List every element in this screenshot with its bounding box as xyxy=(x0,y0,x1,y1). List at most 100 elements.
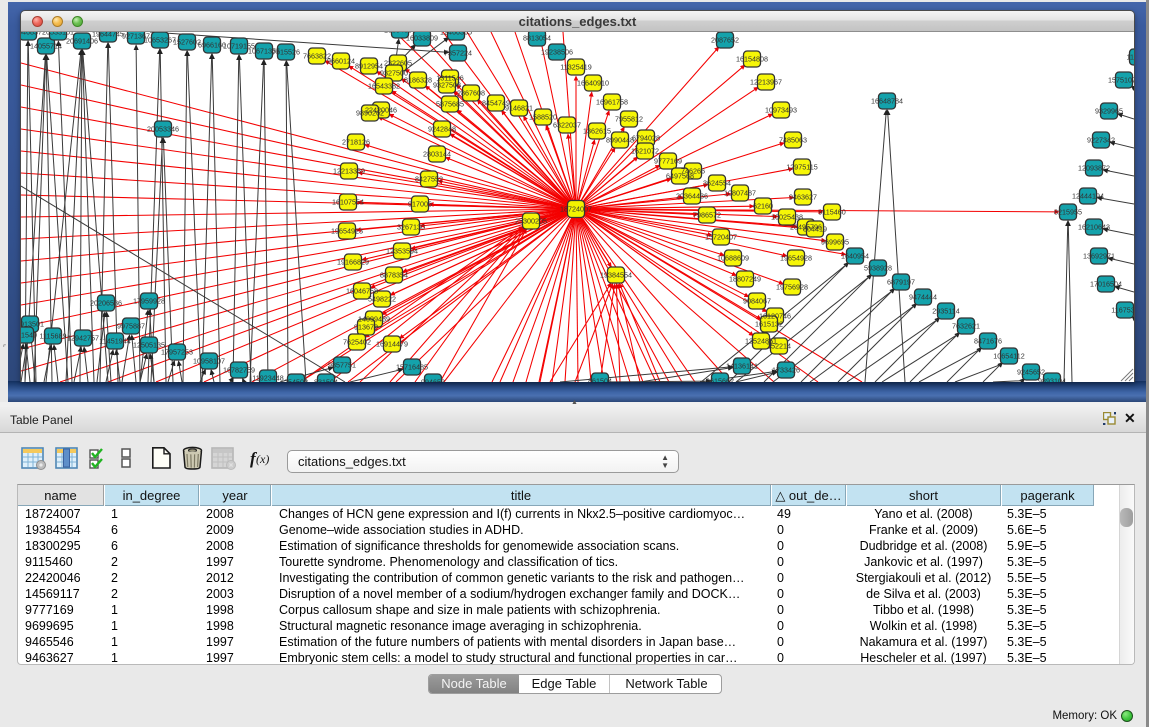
svg-text:(x): (x) xyxy=(256,452,269,466)
svg-text:10688609: 10688609 xyxy=(717,254,749,263)
svg-text:12942757: 12942757 xyxy=(67,334,99,343)
svg-text:804419: 804419 xyxy=(803,225,827,234)
svg-text:9890262: 9890262 xyxy=(356,109,384,118)
svg-text:15751074: 15751074 xyxy=(1108,76,1134,85)
svg-text:13692971: 13692971 xyxy=(1083,252,1115,261)
svg-text:9227342: 9227342 xyxy=(1087,136,1115,145)
svg-text:16543382: 16543382 xyxy=(368,82,400,91)
svg-text:16640910: 16640910 xyxy=(577,79,609,88)
svg-text:2935114: 2935114 xyxy=(932,307,959,316)
svg-text:10973493: 10973493 xyxy=(765,106,797,115)
svg-text:20206536: 20206536 xyxy=(90,299,122,308)
svg-text:111253: 111253 xyxy=(1127,53,1134,62)
svg-text:6322037: 6322037 xyxy=(553,121,581,130)
svg-text:6966160: 6966160 xyxy=(198,41,226,50)
svg-text:19644745: 19644745 xyxy=(92,32,124,39)
svg-text:12444194: 12444194 xyxy=(1072,192,1104,201)
svg-text:16914479: 16914479 xyxy=(376,340,408,349)
svg-text:9893104: 9893104 xyxy=(1038,377,1066,382)
svg-text:1167533: 1167533 xyxy=(1111,306,1134,315)
svg-text:12460365: 12460365 xyxy=(440,32,472,37)
svg-text:19238506: 19238506 xyxy=(541,48,573,57)
svg-text:8215955: 8215955 xyxy=(1054,208,1082,217)
svg-text:8471676: 8471676 xyxy=(974,337,1002,346)
svg-text:7625402: 7625402 xyxy=(343,338,371,347)
svg-text:252214: 252214 xyxy=(767,342,791,351)
svg-text:9975887: 9975887 xyxy=(117,322,145,331)
svg-text:8912954: 8912954 xyxy=(355,62,383,71)
svg-text:16154808: 16154808 xyxy=(736,55,768,64)
svg-text:10807487: 10807487 xyxy=(724,189,756,198)
svg-text:9777169: 9777169 xyxy=(654,157,682,166)
svg-text:8990448: 8990448 xyxy=(606,136,634,145)
svg-text:9046837: 9046837 xyxy=(21,32,42,37)
svg-text:1115689: 1115689 xyxy=(40,332,67,341)
svg-text:11451944: 11451944 xyxy=(99,337,130,346)
svg-text:9245652: 9245652 xyxy=(1017,368,1045,377)
svg-text:11325419: 11325419 xyxy=(560,63,591,72)
svg-text:1615132: 1615132 xyxy=(755,320,783,329)
svg-text:8186328: 8186328 xyxy=(404,76,432,85)
svg-text:9699695: 9699695 xyxy=(821,238,849,247)
svg-text:913672: 913672 xyxy=(354,323,378,332)
svg-text:9242848: 9242848 xyxy=(428,125,456,134)
svg-text:6794028: 6794028 xyxy=(632,134,660,143)
svg-text:8427552: 8427552 xyxy=(415,175,443,184)
svg-text:1621072: 1621072 xyxy=(631,147,659,156)
svg-text:17959928: 17959928 xyxy=(133,297,165,306)
svg-text:19756928: 19756928 xyxy=(776,283,808,292)
svg-text:391549: 391549 xyxy=(21,331,37,340)
svg-text:9146821: 9146821 xyxy=(505,104,533,113)
svg-text:7515526: 7515526 xyxy=(272,48,300,57)
svg-text:12975115: 12975115 xyxy=(786,163,817,172)
svg-text:1362615: 1362615 xyxy=(583,127,611,136)
svg-text:831504: 831504 xyxy=(314,378,338,382)
svg-text:8878354: 8878354 xyxy=(380,271,408,280)
svg-text:12213369: 12213369 xyxy=(333,167,365,176)
svg-text:7632621: 7632621 xyxy=(952,322,980,331)
svg-text:15716485: 15716485 xyxy=(396,363,428,372)
svg-text:12093872: 12093872 xyxy=(1078,164,1110,173)
svg-text:2087652: 2087652 xyxy=(711,36,739,45)
svg-text:6497568: 6497568 xyxy=(666,172,694,181)
svg-text:16782759: 16782759 xyxy=(223,366,255,375)
svg-text:19384554: 19384554 xyxy=(600,271,632,280)
svg-text:17016504: 17016504 xyxy=(1090,280,1122,289)
svg-text:16210643: 16210643 xyxy=(1078,223,1110,232)
svg-text:16107554: 16107554 xyxy=(332,198,364,207)
svg-text:12213967: 12213967 xyxy=(750,78,782,87)
svg-text:14055714: 14055714 xyxy=(30,42,62,51)
svg-text:16033809: 16033809 xyxy=(406,34,438,43)
svg-text:9463627: 9463627 xyxy=(789,193,817,202)
svg-text:254502: 254502 xyxy=(284,378,308,382)
svg-text:2867608: 2867608 xyxy=(457,89,485,98)
svg-text:7357224: 7357224 xyxy=(444,49,472,58)
svg-text:25300205: 25300205 xyxy=(515,217,547,226)
svg-text:6879197: 6879197 xyxy=(887,278,915,287)
svg-text:19166829: 19166829 xyxy=(337,258,369,267)
svg-text:20364436: 20364436 xyxy=(676,192,708,201)
svg-text:19654928: 19654928 xyxy=(780,254,812,263)
svg-text:11923448: 11923448 xyxy=(252,374,283,382)
svg-text:16961758: 16961758 xyxy=(596,98,628,107)
svg-text:1527602: 1527602 xyxy=(173,38,201,47)
svg-text:861504: 861504 xyxy=(588,377,612,382)
svg-text:2718126: 2718126 xyxy=(342,138,370,147)
svg-text:20053346: 20053346 xyxy=(147,125,179,134)
svg-text:7955812: 7955812 xyxy=(615,115,643,124)
svg-text:7986572: 7986572 xyxy=(693,211,721,220)
svg-text:9660124: 9660124 xyxy=(327,57,355,66)
svg-text:917006: 917006 xyxy=(408,200,432,209)
svg-text:9857751: 9857751 xyxy=(328,361,356,370)
svg-text:9115460: 9115460 xyxy=(818,208,845,217)
svg-text:10654112: 10654112 xyxy=(993,352,1024,361)
svg-text:5875685: 5875685 xyxy=(436,100,464,109)
svg-text:10025438: 10025438 xyxy=(771,213,803,222)
svg-text:9615662: 9615662 xyxy=(706,377,734,382)
svg-text:5938928: 5938928 xyxy=(864,264,892,273)
svg-text:19654923: 19654923 xyxy=(331,227,363,236)
svg-text:3267130: 3267130 xyxy=(397,223,425,232)
svg-text:1913501: 1913501 xyxy=(21,320,44,329)
svg-text:2322605: 2322605 xyxy=(384,59,412,68)
svg-text:9329965: 9329965 xyxy=(1095,107,1123,116)
